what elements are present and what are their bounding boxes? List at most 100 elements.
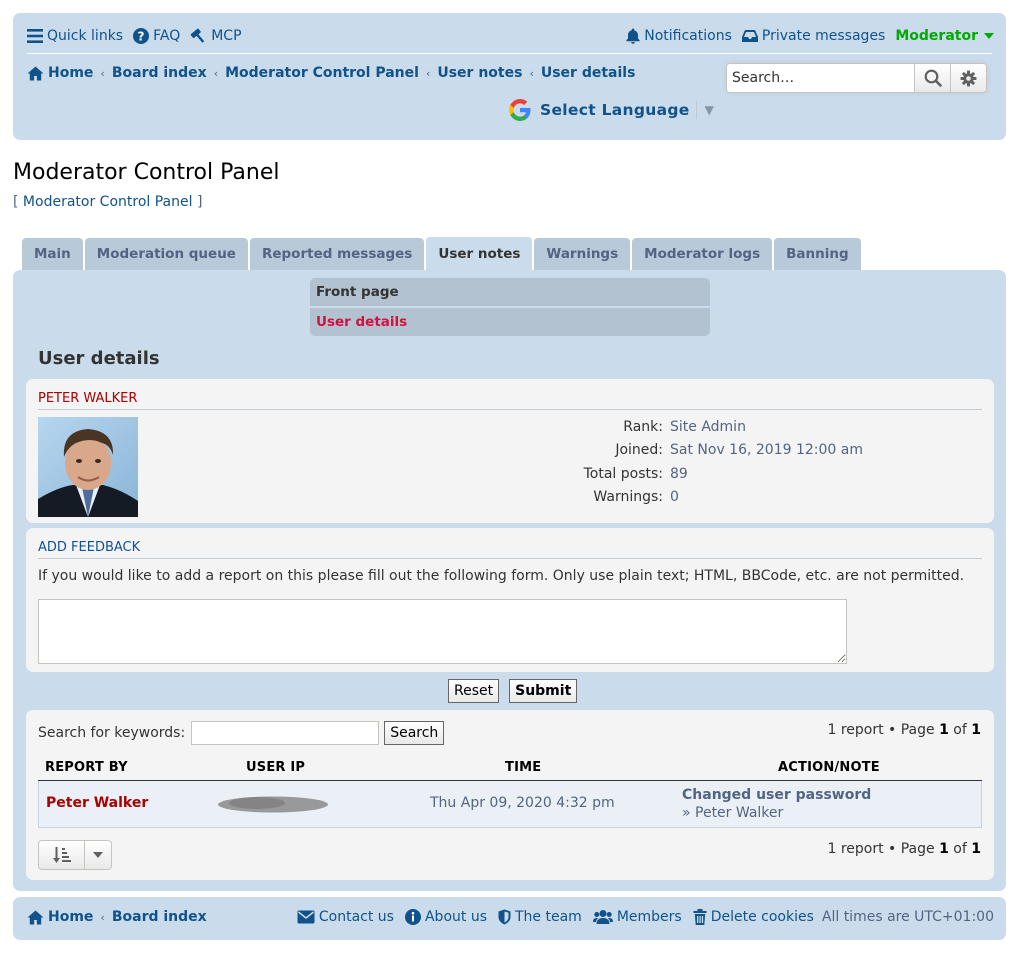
tab-main[interactable]: Main <box>22 238 83 270</box>
notifications-button[interactable]: Notifications <box>626 28 732 44</box>
keyword-search-input[interactable] <box>191 721 380 745</box>
user-stats: Rank: Site Admin Joined: Sat Nov 16, 2019 … <box>583 418 863 506</box>
sort-options-button[interactable] <box>38 840 112 870</box>
submenu-item-user-details[interactable]: User details <box>310 308 710 336</box>
submenu-item-front-page[interactable]: Front page <box>310 278 710 306</box>
mcp-link[interactable]: MCP <box>190 28 242 44</box>
top-nav: Quick links ? FAQ MCP Notifications Priv… <box>27 25 994 47</box>
user-joined: Sat Nov 16, 2019 12:00 am <box>670 442 863 459</box>
redacted-ip <box>218 796 328 813</box>
search-input[interactable] <box>727 64 914 92</box>
faq-link[interactable]: ? FAQ <box>133 28 180 44</box>
faq-label: FAQ <box>153 28 181 44</box>
contact-us-link[interactable]: Contact us <box>297 909 394 925</box>
search-box <box>726 63 987 93</box>
gear-icon <box>960 70 977 86</box>
page-subtitle: [ Moderator Control Panel ] <box>13 194 203 210</box>
footer-links: Contact us About us The team Members Del… <box>286 909 994 925</box>
note-action: Changed user password <box>682 787 872 803</box>
breadcrumb-user-notes[interactable]: User notes <box>437 65 522 81</box>
quick-links-label: Quick links <box>47 28 124 44</box>
search-icon <box>924 69 942 87</box>
column-user-ip: USER IP <box>246 760 306 775</box>
timezone-info: All times are UTC+01:00 <box>821 909 994 925</box>
gavel-icon <box>190 28 205 43</box>
table-header: REPORT BY USER IP TIME ACTION/NOTE <box>38 758 982 781</box>
feedback-textarea[interactable] <box>38 599 847 664</box>
menu-icon <box>27 29 43 43</box>
tab-user-notes[interactable]: User notes <box>426 237 533 270</box>
dropdown-arrow-icon: ▼ <box>704 103 714 117</box>
tab-banning[interactable]: Banning <box>774 238 861 270</box>
trash-icon <box>693 909 707 925</box>
breadcrumb: Home ‹ Board index ‹ Moderator Control P… <box>27 63 635 83</box>
page-title: Moderator Control Panel <box>13 160 280 185</box>
user-profile-panel: PETER WALKER Rank: Site Admin Joined: Sat … <box>26 379 994 523</box>
about-us-link[interactable]: About us <box>404 909 487 925</box>
search-button[interactable] <box>914 64 950 92</box>
quick-links-button[interactable]: Quick links <box>27 28 123 44</box>
footer-home-link[interactable]: Home <box>48 909 93 925</box>
user-menu-button[interactable]: Moderator <box>895 28 994 44</box>
reset-button[interactable]: Reset <box>448 679 500 703</box>
note-detail: » Peter Walker <box>682 805 784 821</box>
user-name-heading: PETER WALKER <box>38 391 982 410</box>
svg-text:?: ? <box>138 30 145 44</box>
tab-warnings[interactable]: Warnings <box>534 238 631 270</box>
tab-moderator-logs[interactable]: Moderator logs <box>632 238 773 270</box>
home-icon <box>27 910 44 924</box>
table-row: Peter Walker Thu Apr 09, 2020 4:32 pm Ch… <box>38 781 982 828</box>
user-rank: Site Admin <box>670 418 746 435</box>
private-messages-label: Private messages <box>761 28 886 44</box>
advanced-search-button[interactable] <box>950 64 986 92</box>
envelope-icon <box>297 910 315 924</box>
add-feedback-heading: ADD FEEDBACK <box>38 540 982 559</box>
the-team-link[interactable]: The team <box>498 909 582 925</box>
mcp-label: MCP <box>211 28 242 44</box>
add-feedback-panel: ADD FEEDBACK If you would like to add a … <box>26 528 994 672</box>
user-notes-panel: Search for keywords: Search 1 report • P… <box>26 710 994 880</box>
submit-button[interactable]: Submit <box>509 679 578 703</box>
footer-board-index-link[interactable]: Board index <box>112 909 207 925</box>
home-icon <box>27 66 44 80</box>
user-warnings: 0 <box>670 489 679 506</box>
keyword-search-label: Search for keywords: <box>38 725 186 741</box>
feedback-buttons: Reset Submit <box>448 679 578 703</box>
notifications-label: Notifications <box>644 28 732 44</box>
main-panel: Front page User details User details PET… <box>13 270 1006 891</box>
column-time: TIME <box>505 760 542 775</box>
header-bar: Quick links ? FAQ MCP Notifications Priv… <box>13 13 1006 140</box>
report-by-link[interactable]: Peter Walker <box>46 795 148 811</box>
header-divider <box>27 53 992 54</box>
members-link[interactable]: Members <box>592 909 682 925</box>
tab-reported-messages[interactable]: Reported messages <box>249 238 425 270</box>
language-selector-label: Select Language <box>540 101 690 119</box>
column-report-by: REPORT BY <box>45 760 128 775</box>
pagination-top: 1 report • Page 1 of 1 <box>827 722 981 738</box>
username: Moderator <box>895 28 978 44</box>
section-heading: User details <box>38 348 160 369</box>
user-total-posts[interactable]: 89 <box>670 466 688 482</box>
private-messages-button[interactable]: Private messages <box>741 28 886 44</box>
sort-icon <box>52 847 71 863</box>
google-icon <box>509 99 531 121</box>
mcp-tabs: Main Moderation queue Reported messages … <box>22 237 863 270</box>
delete-cookies-link[interactable]: Delete cookies <box>693 909 814 925</box>
chevron-down-icon <box>984 33 994 39</box>
users-icon <box>592 910 613 924</box>
avatar <box>38 417 138 517</box>
breadcrumb-home[interactable]: Home <box>48 65 93 81</box>
feedback-instructions: If you would like to add a report on thi… <box>38 568 965 584</box>
shield-icon <box>498 909 511 925</box>
inbox-icon <box>741 30 758 42</box>
tab-moderation-queue[interactable]: Moderation queue <box>84 238 248 270</box>
keyword-search-button[interactable]: Search <box>384 721 445 745</box>
language-selector[interactable]: Select Language ▼ <box>508 97 714 123</box>
info-icon <box>404 909 421 925</box>
breadcrumb-mcp[interactable]: Moderator Control Panel <box>225 65 419 81</box>
column-action-note: ACTION/NOTE <box>778 760 880 775</box>
pagination-bottom: 1 report • Page 1 of 1 <box>827 841 981 857</box>
breadcrumb-board-index[interactable]: Board index <box>112 65 207 81</box>
mcp-home-link[interactable]: Moderator Control Panel <box>23 194 193 210</box>
breadcrumb-user-details[interactable]: User details <box>541 65 636 81</box>
